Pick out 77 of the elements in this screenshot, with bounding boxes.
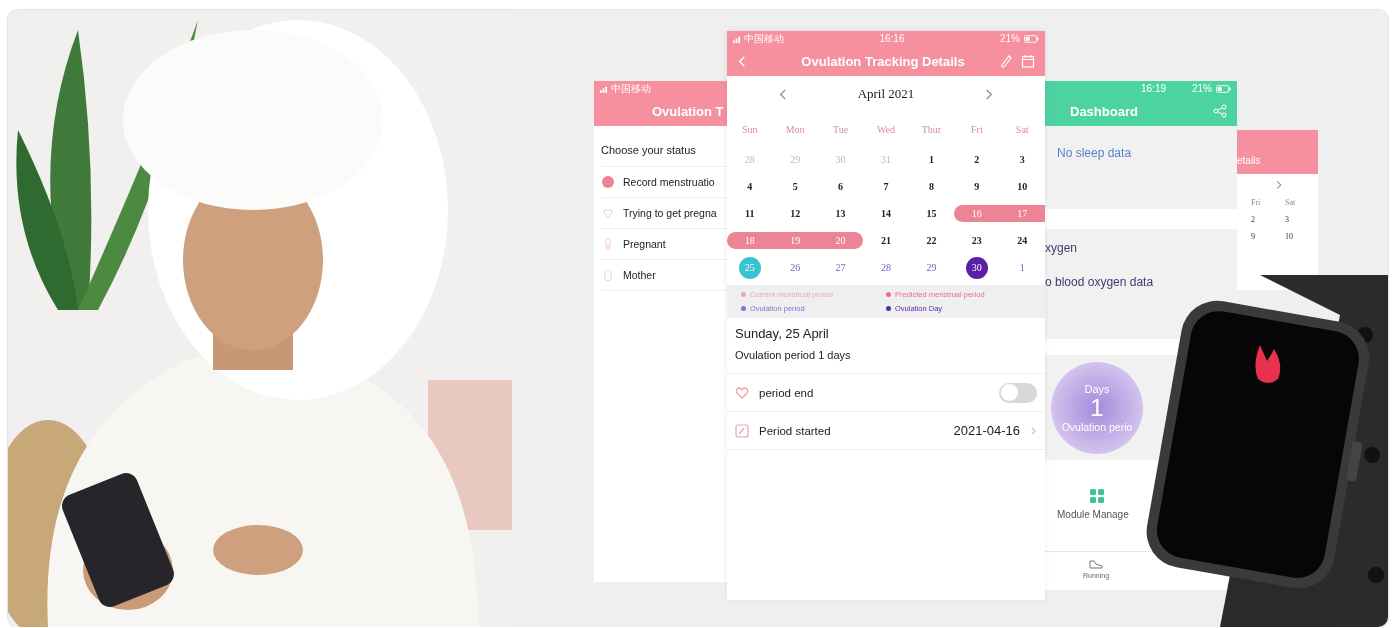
weekday-label: Thur (921, 123, 942, 135)
status-time: 16:19 (1141, 82, 1167, 95)
calendar-icon[interactable] (1021, 54, 1035, 68)
dot-icon (601, 175, 615, 189)
weekday-label: Sun (741, 123, 758, 135)
setting-label: period end (759, 386, 815, 399)
share-icon[interactable] (1213, 104, 1227, 118)
weekday-label: Wed (876, 123, 895, 135)
grid-icon[interactable] (1089, 488, 1105, 504)
weekday-label: Fri (971, 123, 983, 135)
shoe-icon (1088, 558, 1105, 570)
calendar-day[interactable]: 3 (1011, 148, 1034, 171)
calendar-day[interactable]: 1 (1011, 256, 1034, 279)
screen-title: Dashboard (1069, 103, 1139, 119)
weekday-label: Sat (1015, 123, 1029, 135)
cycle-badge: Days 1 Ovulation perio (1051, 361, 1143, 454)
card-title: xygen (1045, 241, 1079, 255)
edit-icon (735, 423, 749, 438)
calendar-day[interactable]: 2 (965, 148, 988, 171)
setting-label: Period started (759, 424, 832, 437)
calendar-day[interactable]: 2 (1251, 215, 1267, 224)
calendar-day[interactable]: 10 (1011, 175, 1034, 198)
weekday-label: Tue (832, 123, 849, 135)
chevron-left-icon[interactable] (777, 87, 788, 101)
calendar-day[interactable]: 23 (965, 229, 988, 252)
calendar-day[interactable]: 11 (738, 202, 761, 225)
calendar-day[interactable]: 8 (920, 175, 943, 198)
calendar-day[interactable]: 9 (1251, 232, 1267, 241)
status-time: 16:16 (879, 32, 905, 45)
calendar-day[interactable]: 7 (874, 175, 897, 198)
calendar-day[interactable]: 1 (920, 148, 943, 171)
back-icon[interactable] (737, 54, 747, 68)
cycle-summary: Ovulation period 1 days (727, 345, 1045, 374)
heart-icon (735, 385, 749, 400)
calendar-day[interactable]: 12 (784, 202, 807, 225)
oxygen-message: o blood oxygen data (1045, 275, 1155, 289)
weekday-label: Mon (785, 123, 805, 135)
battery-percent: 21% (1192, 82, 1212, 95)
calendar-day[interactable]: 5 (784, 175, 807, 198)
calendar-day[interactable]: 27 (829, 256, 852, 279)
chevron-right-icon[interactable] (1030, 425, 1037, 436)
calendar-day[interactable]: 10 (1285, 232, 1301, 241)
sleep-message: No sleep data (1057, 146, 1133, 160)
chevron-right-icon[interactable] (984, 87, 995, 101)
chevron-right-icon[interactable] (1275, 180, 1283, 190)
calendar-day[interactable]: 24 (1011, 229, 1034, 252)
pencil-icon[interactable] (999, 54, 1013, 68)
month-title: April 2021 (857, 86, 915, 102)
setting-value: 2021-04-16 (953, 423, 1020, 438)
calendar-day[interactable]: 22 (920, 229, 943, 252)
battery-icon (1024, 34, 1039, 43)
calendar-day[interactable]: 3 (1285, 215, 1301, 224)
calendar-day[interactable]: 29 (920, 256, 943, 279)
toggle-switch[interactable] (999, 382, 1037, 403)
calendar-day[interactable]: 4 (738, 175, 761, 198)
calendar-day[interactable]: 14 (874, 202, 897, 225)
calendar-day[interactable]: 26 (784, 256, 807, 279)
battery-icon (1216, 84, 1231, 93)
calendar-day[interactable]: 13 (829, 202, 852, 225)
calendar-day[interactable]: 6 (829, 175, 852, 198)
calendar-day[interactable]: 9 (965, 175, 988, 198)
calendar-day[interactable]: 30 (965, 256, 988, 279)
carrier-name: 中国移动 (744, 32, 784, 45)
calendar-day[interactable]: 21 (874, 229, 897, 252)
signal-icon (733, 34, 740, 43)
signal-icon (600, 84, 607, 93)
screen-title: Ovulation Tracking Details (800, 53, 966, 69)
weekday-label: Fri (1251, 198, 1262, 207)
screen-title: Ovulation T (652, 103, 724, 119)
calendar-day[interactable]: 28 (874, 256, 897, 279)
screen-title: etails (1237, 155, 1261, 166)
carrier-name: 中国移动 (611, 82, 651, 95)
calendar-day[interactable]: 15 (920, 202, 943, 225)
selected-date: Sunday, 25 April (734, 325, 830, 343)
module-label[interactable]: Module Manage (1057, 509, 1129, 520)
weekday-label: Sat (1285, 198, 1297, 207)
battery-percent: 21% (999, 32, 1020, 45)
